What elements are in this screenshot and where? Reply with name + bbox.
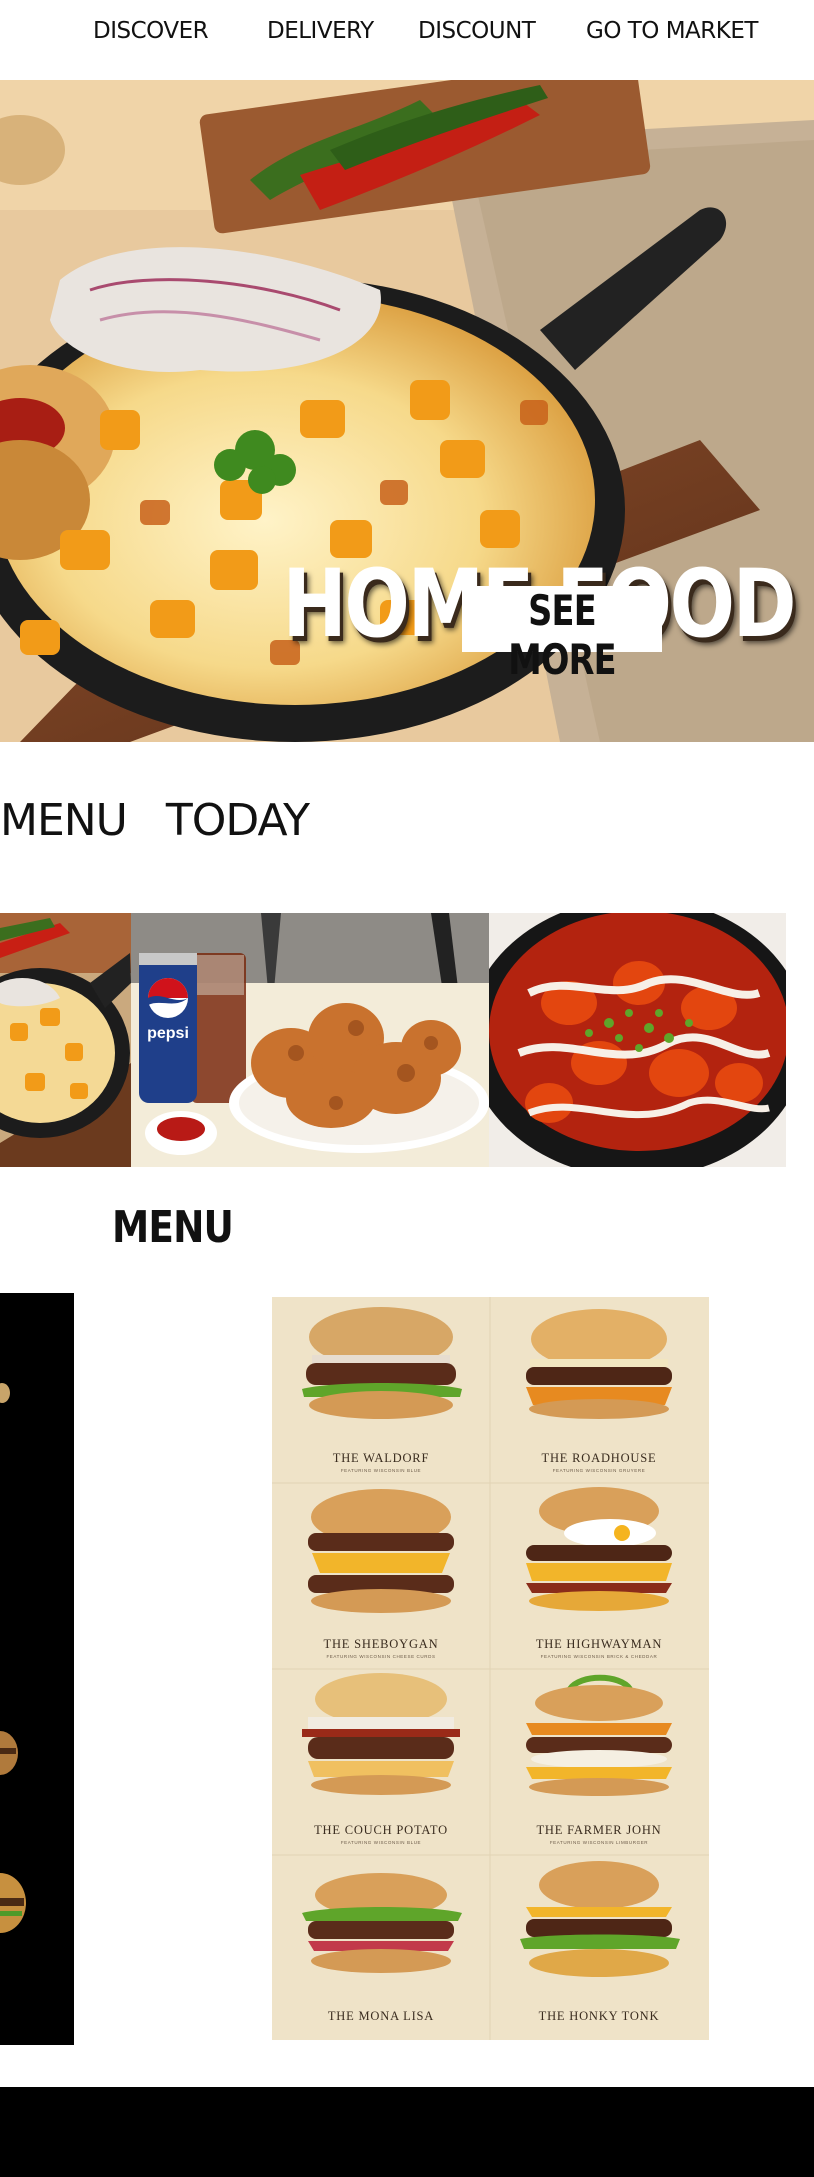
nav-discount[interactable]: DISCOUNT <box>418 18 536 44</box>
burger-item-couch-potato[interactable]: THE COUCH POTATO FEATURING WISCONSIN BLU… <box>272 1669 490 1855</box>
menu-today-photo-3[interactable] <box>489 913 786 1167</box>
see-more-button[interactable]: SEE MORE <box>462 586 662 684</box>
burger-item-highwayman[interactable]: THE HIGHWAYMAN FEATURING WISCONSIN BRICK… <box>490 1483 708 1669</box>
burger-item-sheboygan[interactable]: THE SHEBOYGAN FEATURING WISCONSIN CHEESE… <box>272 1483 490 1669</box>
burger-item-farmer-john[interactable]: THE FARMER JOHN FEATURING WISCONSIN LIMB… <box>490 1669 708 1855</box>
menu-side-panel <box>0 1293 74 2045</box>
pepsi-can-label: pepsi <box>147 1025 189 1042</box>
burger-icon <box>526 1309 672 1419</box>
footer-bar <box>0 2087 814 2177</box>
burger-subtitle: FEATURING WISCONSIN BLUE <box>340 1840 422 1845</box>
burger-icon <box>302 1307 462 1419</box>
menu-heading-text: MENU <box>112 1202 234 1253</box>
see-more-label: SEE MORE <box>508 586 616 684</box>
burger-subtitle: FEATURING WISCONSIN BRICK & CHEDDAR <box>540 1654 658 1659</box>
nav-discover[interactable]: DISCOVER <box>93 18 209 44</box>
burger-menu-poster: THE WALDORF FEATURING WISCONSIN BLUE THE… <box>272 1297 709 2040</box>
burger-name: THE MONA LISA <box>327 2009 435 2023</box>
nav-delivery[interactable]: DELIVERY <box>267 18 374 44</box>
menu-today-heading: MENU TODAY <box>0 795 310 846</box>
burger-item-honky-tonk[interactable]: THE HONKY TONK <box>490 1855 708 2041</box>
menu-today-photo-2[interactable]: pepsi <box>131 913 489 1167</box>
burger-icon <box>526 1674 672 1796</box>
burger-item-waldorf[interactable]: THE WALDORF FEATURING WISCONSIN BLUE <box>272 1297 490 1483</box>
burger-name: THE HIGHWAYMAN <box>535 1637 663 1651</box>
burger-name: THE FARMER JOHN <box>536 1823 662 1837</box>
nav-go-to-market[interactable]: GO TO MARKET <box>586 18 758 44</box>
burger-icon <box>526 1487 672 1611</box>
burger-item-roadhouse[interactable]: THE ROADHOUSE FEATURING WISCONSIN GRUYER… <box>490 1297 708 1483</box>
burger-subtitle: FEATURING WISCONSIN GRUYERE <box>552 1468 646 1473</box>
burger-item-mona-lisa[interactable]: THE MONA LISA <box>272 1855 490 2041</box>
burger-subtitle: FEATURING WISCONSIN CHEESE CURDS <box>326 1654 436 1659</box>
burger-name: THE WALDORF <box>332 1451 430 1465</box>
menu-heading: MENU <box>112 1202 254 1253</box>
burger-name: THE COUCH POTATO <box>314 1823 448 1837</box>
burger-icon <box>302 1873 462 1973</box>
burger-icon <box>302 1673 460 1795</box>
burger-subtitle: FEATURING WISCONSIN LIMBURGER <box>549 1840 649 1845</box>
burger-name: THE ROADHOUSE <box>541 1451 657 1465</box>
burger-icon <box>308 1489 454 1613</box>
burger-name: THE SHEBOYGAN <box>323 1637 439 1651</box>
top-nav: DISCOVER DELIVERY DISCOUNT GO TO MARKET <box>0 0 814 80</box>
burger-name: THE HONKY TONK <box>538 2009 660 2023</box>
menu-today-photo-1[interactable] <box>0 913 131 1167</box>
burger-subtitle: FEATURING WISCONSIN BLUE <box>340 1468 422 1473</box>
hero-banner: HOME FOOD <box>0 80 814 742</box>
burger-icon <box>520 1861 680 1977</box>
